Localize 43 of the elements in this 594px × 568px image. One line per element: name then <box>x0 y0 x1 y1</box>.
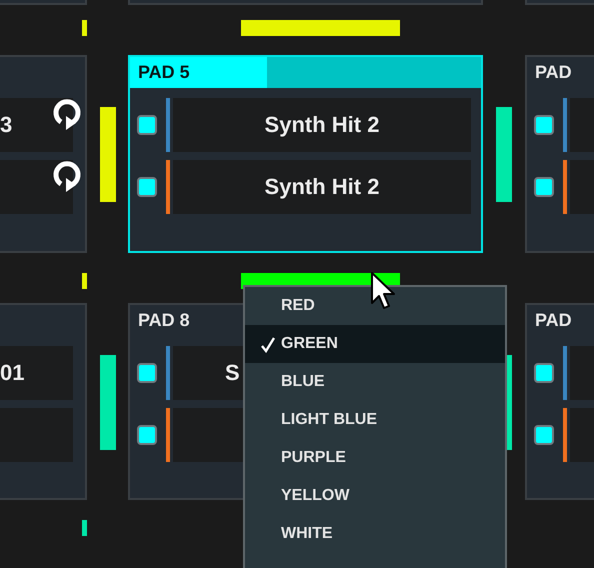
pad-title: PAD 5 <box>138 62 190 83</box>
pad-panel[interactable]: 3 <box>0 55 87 253</box>
cursor-icon <box>370 271 396 311</box>
menu-item[interactable]: WHITE <box>245 515 505 553</box>
sample-field[interactable]: 3 <box>0 98 73 152</box>
sample-field[interactable]: Synth Hit 2 <box>173 98 471 152</box>
pad-panel[interactable]: 01 <box>0 303 87 500</box>
pad-panel[interactable]: PAD <box>525 303 594 500</box>
menu-item[interactable]: GREEN <box>245 325 505 363</box>
sample-checkbox[interactable] <box>137 425 157 445</box>
color-bar[interactable] <box>82 520 87 536</box>
pad-panel[interactable]: PAD 5 Synth Hit 2 Synth Hit 2 <box>128 55 483 253</box>
sample-checkbox[interactable] <box>137 177 157 197</box>
color-bar[interactable] <box>496 107 512 202</box>
sample-checkbox[interactable] <box>534 177 554 197</box>
sample-name: Synth Hit 2 <box>264 112 380 138</box>
sample-checkbox[interactable] <box>137 115 157 135</box>
sample-field[interactable]: Synth Hit 2 <box>173 160 471 214</box>
pad-title: PAD 8 <box>138 310 190 331</box>
menu-item[interactable]: PURPLE <box>245 439 505 477</box>
color-bar[interactable] <box>82 20 87 36</box>
menu-item[interactable]: BLUE <box>245 363 505 401</box>
color-bar[interactable] <box>100 355 116 450</box>
sample-checkbox[interactable] <box>534 115 554 135</box>
pad-panel[interactable]: PAD <box>525 55 594 253</box>
check-icon <box>260 337 276 353</box>
sample-checkbox[interactable] <box>534 363 554 383</box>
sample-name: 01 <box>0 360 24 386</box>
sample-field[interactable] <box>0 160 73 214</box>
sample-name: 3 <box>0 112 12 138</box>
color-bar[interactable] <box>82 273 87 289</box>
menu-item[interactable]: LIGHT BLUE <box>245 401 505 439</box>
color-bar[interactable] <box>241 20 400 36</box>
pad-title: PAD <box>535 310 572 331</box>
sample-name: Synth Hit 2 <box>264 174 380 200</box>
sample-checkbox[interactable] <box>137 363 157 383</box>
sample-name: S <box>225 360 240 386</box>
menu-item[interactable]: YELLOW <box>245 477 505 515</box>
color-bar[interactable] <box>100 107 116 202</box>
pad-title: PAD <box>535 62 572 83</box>
sample-checkbox[interactable] <box>534 425 554 445</box>
menu-item[interactable]: RED <box>245 287 505 325</box>
sample-field[interactable]: 01 <box>0 346 73 400</box>
